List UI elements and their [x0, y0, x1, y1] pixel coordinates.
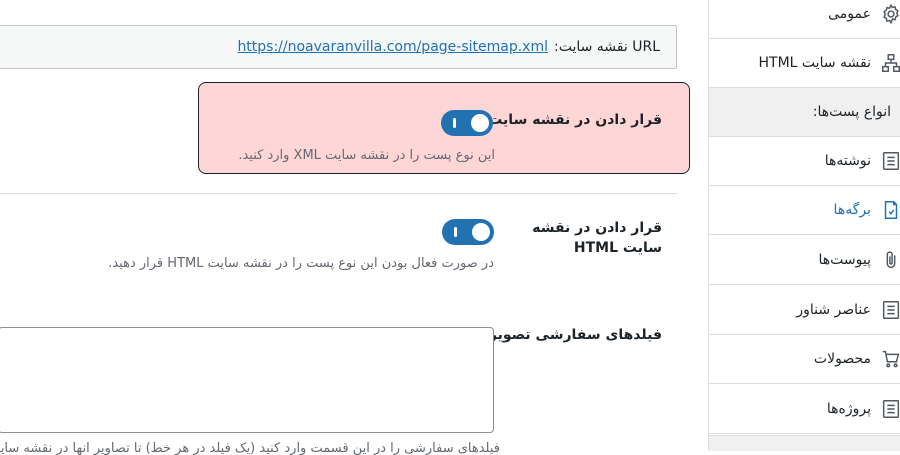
sidebar-item-label: برگه‌ها: [833, 202, 871, 218]
sitemap-url-label: URL نقشه سایت:: [553, 39, 660, 55]
toggle-on-indicator: [453, 118, 456, 128]
html-sitemap-toggle[interactable]: [442, 219, 494, 245]
sidebar-item-label: عناصر شناور: [796, 302, 871, 318]
sidebar-item-products[interactable]: محصولات: [709, 335, 900, 384]
sidebar-item-label: عمومی: [828, 6, 871, 22]
sidebar-section-label: انواع پست‌ها:: [812, 104, 891, 120]
sidebar-item-floating-elements[interactable]: عناصر شناور: [709, 286, 900, 335]
document-icon: [879, 298, 900, 322]
sidebar-item-pages[interactable]: برگه‌ها: [709, 186, 900, 235]
page-icon: [879, 198, 900, 222]
document-icon: [879, 149, 900, 173]
toggle-knob: [472, 223, 490, 241]
custom-image-fields-helper: فیلدهای سفارشی را در این قسمت وارد کنید …: [0, 441, 500, 455]
cart-icon: [879, 347, 900, 371]
html-sitemap-option-description: در صورت فعال بودن این نوع پست را در نقشه…: [108, 256, 494, 271]
sidebar-item-html-sitemap[interactable]: نقشه سایت HTML: [709, 39, 900, 88]
sidebar-item-posts[interactable]: نوشته‌ها: [709, 137, 900, 186]
gear-icon: [879, 2, 900, 26]
sidebar-item-general[interactable]: عمومی: [709, 0, 900, 39]
sidebar-item-label: پیوست‌ها: [818, 252, 871, 268]
sitemap-url-link[interactable]: https://noavaranvilla.com/page-sitemap.x…: [237, 39, 548, 55]
xml-sitemap-toggle[interactable]: [441, 110, 493, 136]
custom-image-fields-textarea[interactable]: [0, 327, 494, 433]
settings-sidebar: عمومی نقشه سایت HTML انواع پست‌ها: نوشته…: [708, 0, 900, 451]
sidebar-item-projects[interactable]: پروژه‌ها: [709, 385, 900, 434]
sidebar-item-label: محصولات: [813, 351, 871, 367]
toggle-on-indicator: [454, 227, 457, 237]
section-divider: [0, 193, 677, 194]
xml-sitemap-option-description: این نوع پست را در نقشه سایت XML وارد کنی…: [238, 148, 495, 163]
toggle-knob: [471, 114, 489, 132]
xml-sitemap-option-highlight: قرار دادن در نقشه سایت این نوع پست را در…: [198, 82, 690, 174]
sidebar-item-label: نقشه سایت HTML: [758, 55, 871, 71]
sidebar-item-label: پروژه‌ها: [826, 401, 871, 417]
sitemap-icon: [879, 51, 900, 75]
html-sitemap-option-title: قرار دادن در نقشه سایت HTML: [532, 220, 662, 256]
document-icon: [879, 397, 900, 421]
sidebar-section-post-types: انواع پست‌ها:: [709, 88, 900, 137]
sidebar-next-section: [709, 435, 900, 451]
sidebar-item-attachments[interactable]: پیوست‌ها: [709, 236, 900, 285]
sidebar-item-label: نوشته‌ها: [824, 153, 871, 169]
settings-panel: URL نقشه سایت: https://noavaranvilla.com…: [0, 0, 708, 455]
sitemap-url-field: URL نقشه سایت: https://noavaranvilla.com…: [0, 25, 677, 69]
paperclip-icon: [879, 248, 900, 272]
